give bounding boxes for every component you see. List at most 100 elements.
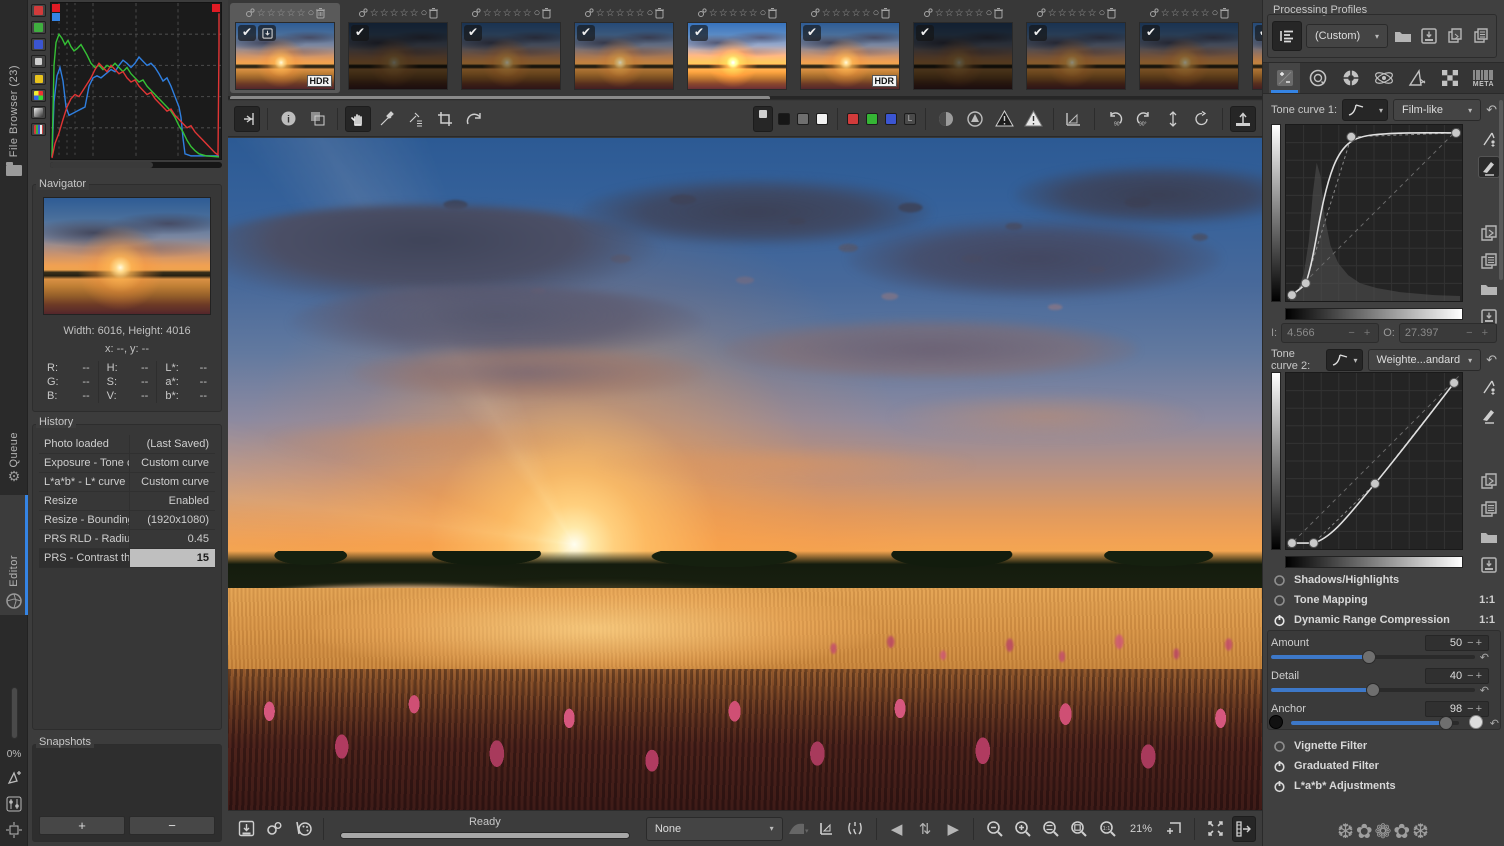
main-histogram[interactable]: [50, 2, 222, 160]
thumb-colorlabel[interactable]: ○: [986, 7, 993, 19]
paste-profile-icon[interactable]: [1470, 25, 1492, 47]
edit-point-icon[interactable]: [1478, 376, 1500, 398]
histogram-green-toggle[interactable]: [31, 21, 46, 34]
reset-amount-button[interactable]: ↶: [1480, 651, 1489, 664]
thumb-trash-icon[interactable]: [880, 7, 891, 19]
reset-detail-button[interactable]: ↶: [1480, 684, 1489, 697]
thumb-stars[interactable]: ☆☆☆☆☆: [596, 8, 646, 19]
filmstrip-thumb[interactable]: ☆☆☆☆☆ ○ ✔: [343, 3, 453, 93]
power-off-icon[interactable]: [1273, 594, 1286, 607]
flip-horizontal-button[interactable]: [1189, 106, 1215, 132]
anchor-slider[interactable]: ↶: [1269, 715, 1499, 730]
thumb-trash-icon[interactable]: [428, 7, 439, 19]
reset-curve-2-button[interactable]: ↶: [1486, 352, 1497, 368]
filmstrip-thumb[interactable]: ☆☆☆☆☆ ○ ✔: [456, 3, 566, 93]
curve-type-2-dropdown[interactable]: ▾: [1325, 349, 1363, 371]
preview-focus-toggle[interactable]: [1061, 106, 1087, 132]
filmstrip-scrollbar[interactable]: [228, 96, 1262, 99]
false-color-toggle[interactable]: [933, 106, 959, 132]
power-off-icon[interactable]: [1273, 574, 1286, 587]
filmstrip-thumb[interactable]: ☆☆☆☆☆ ✔: [1247, 3, 1262, 93]
history-row[interactable]: Resize Enabled: [39, 492, 215, 511]
external-editor-button[interactable]: [291, 816, 315, 842]
load-curve-icon[interactable]: [1478, 526, 1500, 548]
show-filmstrip-toggle[interactable]: [1231, 815, 1256, 842]
curve-editor-1[interactable]: [1271, 124, 1471, 320]
load-profile-icon[interactable]: [1392, 25, 1414, 47]
section-dynamic-range-compression[interactable]: Dynamic Range Compression 1:1: [1263, 610, 1504, 630]
thumb-gear-icon[interactable]: [470, 7, 482, 19]
thumb-colorlabel[interactable]: ○: [760, 7, 767, 19]
profile-fill-mode-button[interactable]: [1272, 21, 1302, 51]
thumb-stars[interactable]: ☆☆☆☆☆: [1161, 8, 1211, 19]
filmstrip-thumb[interactable]: ☆☆☆☆☆ ○ ✔: [908, 3, 1018, 93]
power-on-icon[interactable]: [1273, 760, 1286, 773]
thumb-colorlabel[interactable]: ○: [873, 7, 880, 19]
filmstrip-thumb[interactable]: ☆☆☆☆☆ ○ ✔: [682, 3, 792, 93]
filmstrip-thumb[interactable]: ☆☆☆☆☆ ○ ✔: [1134, 3, 1244, 93]
bg-gray-button[interactable]: [797, 112, 809, 125]
thumb-gear-icon[interactable]: [244, 7, 256, 19]
rail-zoom-slider[interactable]: [10, 687, 18, 739]
power-on-icon[interactable]: [1273, 780, 1286, 793]
power-off-icon[interactable]: [1273, 740, 1286, 753]
section-lab-adjustments[interactable]: L*a*b* Adjustments: [1263, 776, 1504, 796]
section-graduated-filter[interactable]: Graduated Filter: [1263, 756, 1504, 776]
thumb-gear-icon[interactable]: [357, 7, 369, 19]
save-image-button[interactable]: [234, 816, 258, 842]
copy-curve-icon[interactable]: [1478, 498, 1500, 520]
tab-transform[interactable]: [1402, 63, 1433, 93]
thumb-trash-icon[interactable]: [541, 7, 552, 19]
sharpening-mask-toggle[interactable]: [962, 106, 988, 132]
filmstrip-thumb[interactable]: ☆☆☆☆☆ ○ ✔ HDR: [795, 3, 905, 93]
preview-green-button[interactable]: [866, 112, 878, 125]
output-profile-button[interactable]: ▾: [787, 816, 811, 842]
highlight-clip-toggle[interactable]: [1020, 106, 1046, 132]
thumb-trash-icon[interactable]: [315, 7, 326, 19]
zoom-in-button[interactable]: [1011, 816, 1035, 842]
mixer-sliders-icon[interactable]: [6, 796, 22, 812]
soft-proof-profile-dropdown[interactable]: None ▾: [645, 816, 783, 841]
copy-profile-icon[interactable]: [1444, 25, 1466, 47]
thumb-stars[interactable]: ☆☆☆☆☆: [1048, 8, 1098, 19]
histogram-chroma-toggle[interactable]: [31, 72, 46, 85]
section-tone-mapping[interactable]: Tone Mapping 1:1: [1263, 590, 1504, 610]
tab-metadata[interactable]: META: [1468, 63, 1499, 93]
filmstrip-thumb[interactable]: ☆☆☆☆☆ ○ ✔ HDR: [230, 3, 340, 93]
picker-settings-tool[interactable]: [403, 106, 429, 132]
fullscreen-button[interactable]: [1203, 816, 1227, 842]
tab-raw[interactable]: [1435, 63, 1466, 93]
histogram-red-toggle[interactable]: [31, 4, 46, 17]
detail-spinner[interactable]: 40 −+: [1425, 668, 1489, 684]
pipette-edit-icon[interactable]: [1478, 156, 1500, 178]
histogram-gradient-toggle[interactable]: [31, 106, 46, 119]
add-crop-window-button[interactable]: [1162, 816, 1186, 842]
tab-queue[interactable]: Queue ⚙: [0, 395, 28, 485]
sync-filebrowser-button[interactable]: ⇅: [913, 816, 937, 842]
edit-point-icon[interactable]: [1478, 128, 1500, 150]
history-row[interactable]: Exposure - Tone c...Custom curve: [39, 454, 215, 473]
snapshot-remove-button[interactable]: −: [129, 816, 215, 835]
flip-vertical-button[interactable]: [1160, 106, 1186, 132]
thumb-gear-icon[interactable]: [583, 7, 595, 19]
input-spinner[interactable]: 4.566− +: [1281, 323, 1380, 343]
history-row[interactable]: Photo loaded (Last Saved): [39, 435, 215, 454]
swap-curve-icon[interactable]: [1478, 222, 1500, 244]
anchor-spinner[interactable]: 98 −+: [1425, 701, 1489, 717]
filmstrip-thumb[interactable]: ☆☆☆☆☆ ○ ✔: [1021, 3, 1131, 93]
thumb-colorlabel[interactable]: ○: [534, 7, 541, 19]
load-curve-icon[interactable]: [1478, 278, 1500, 300]
shadow-clip-toggle[interactable]: [991, 106, 1017, 132]
thumb-stars[interactable]: ☆☆☆☆☆: [257, 8, 307, 19]
pipette-edit-icon[interactable]: [1478, 404, 1500, 426]
power-on-icon[interactable]: [1273, 614, 1286, 627]
thumb-stars[interactable]: ☆☆☆☆☆: [483, 8, 533, 19]
info-toggle[interactable]: i: [275, 106, 301, 132]
preview-red-button[interactable]: [847, 112, 859, 125]
curve-editor-2[interactable]: [1271, 372, 1471, 568]
rotate-cw-button[interactable]: 90°: [1131, 106, 1157, 132]
bg-white-button[interactable]: [816, 112, 828, 125]
snapshot-add-button[interactable]: +: [39, 816, 125, 835]
bg-black-button[interactable]: [778, 112, 790, 125]
thumb-trash-icon[interactable]: [654, 7, 665, 19]
